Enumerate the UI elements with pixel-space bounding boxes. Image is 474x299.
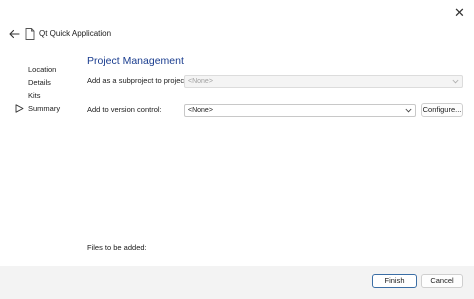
files-to-be-added-label: Files to be added: xyxy=(87,243,147,252)
version-control-combo-value: <None> xyxy=(188,107,213,114)
close-icon: ✕ xyxy=(454,4,465,20)
configure-button[interactable]: Configure... xyxy=(421,103,463,117)
title-bar: ✕ Qt Quick Application xyxy=(0,0,474,56)
subproject-combo[interactable]: <None> xyxy=(184,75,463,88)
chevron-down-icon xyxy=(405,108,412,113)
button-footer: Finish Cancel xyxy=(0,266,474,299)
finish-button[interactable]: Finish xyxy=(372,274,417,288)
subproject-label: Add as a subproject to project: xyxy=(87,76,189,85)
version-control-label: Add to version control: xyxy=(87,105,162,114)
step-label: Details xyxy=(28,78,51,87)
step-summary: Summary xyxy=(14,102,76,115)
close-button[interactable]: ✕ xyxy=(445,0,474,25)
back-button[interactable] xyxy=(6,27,22,41)
wizard-window: ✕ Qt Quick Application Location Details … xyxy=(0,0,474,299)
step-location: Location xyxy=(14,63,76,76)
step-kits: Kits xyxy=(14,89,76,102)
step-label: Kits xyxy=(28,91,41,100)
document-icon xyxy=(25,28,35,40)
wizard-steps: Location Details Kits Summary xyxy=(14,63,76,115)
page-title: Project Management xyxy=(87,55,184,67)
step-label: Location xyxy=(28,65,57,74)
current-step-triangle-icon xyxy=(15,104,24,113)
arrow-left-icon xyxy=(9,29,20,39)
cancel-button[interactable]: Cancel xyxy=(421,274,463,288)
chevron-down-icon xyxy=(452,79,459,84)
step-label: Summary xyxy=(28,104,61,113)
step-details: Details xyxy=(14,76,76,89)
window-title: Qt Quick Application xyxy=(39,29,112,38)
version-control-combo[interactable]: <None> xyxy=(184,104,416,117)
subproject-combo-value: <None> xyxy=(188,78,213,85)
